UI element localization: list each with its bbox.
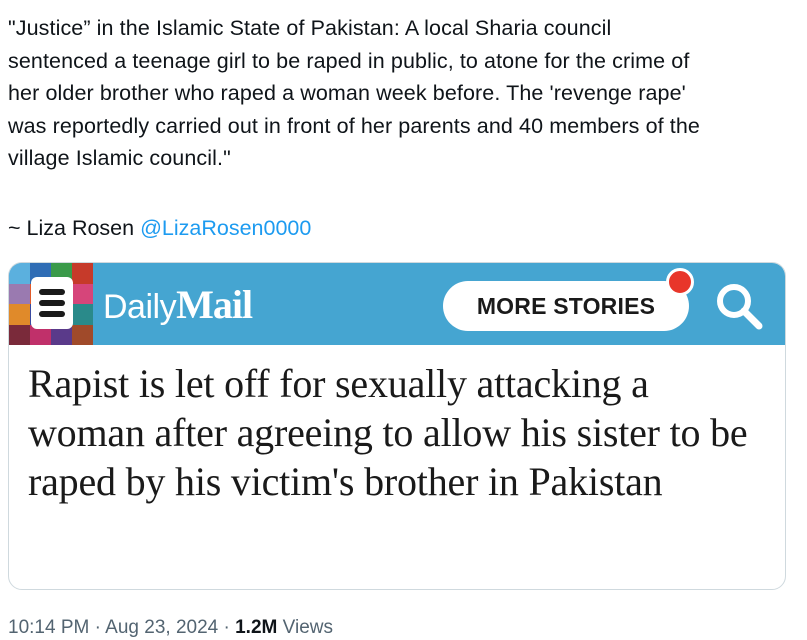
tweet-line: was reportedly carried out in front of h… xyxy=(8,113,700,138)
views-count: 1.2M xyxy=(235,617,278,638)
mosaic-tile xyxy=(9,283,30,304)
mosaic-tile xyxy=(9,324,30,345)
search-icon[interactable] xyxy=(713,280,765,332)
views-label: Views xyxy=(277,617,333,638)
daily-mail-header: DailyMail MORE STORIES xyxy=(9,263,785,345)
tweet-date[interactable]: Aug 23, 2024 xyxy=(105,617,218,638)
mosaic-tile xyxy=(9,263,30,284)
meta-separator: · xyxy=(89,617,106,638)
notification-dot xyxy=(666,268,694,296)
tweet-text: "Justice” in the Islamic State of Pakist… xyxy=(8,12,798,175)
mosaic-tile xyxy=(72,304,93,325)
tweet-line: "Justice” in the Islamic State of Pakist… xyxy=(8,16,612,40)
daily-mail-logo: DailyMail xyxy=(103,282,253,327)
signature-author: ~ Liza Rosen xyxy=(8,216,141,240)
mosaic-tile xyxy=(72,263,93,284)
more-stories-button[interactable]: MORE STORIES xyxy=(443,281,689,331)
tweet-time[interactable]: 10:14 PM xyxy=(8,617,89,638)
mosaic-tile xyxy=(9,304,30,325)
article-headline[interactable]: Rapist is let off for sexually attacking… xyxy=(28,359,773,506)
mosaic-tile xyxy=(72,324,93,345)
meta-separator: · xyxy=(218,617,236,638)
logo-mail: Mail xyxy=(176,282,253,327)
tweet-meta: 10:14 PM · Aug 23, 2024 · 1.2M Views xyxy=(8,616,333,640)
tweet-signature: ~ Liza Rosen @LizaRosen0000 xyxy=(8,213,311,243)
tweet-line: sentenced a teenage girl to be raped in … xyxy=(8,48,690,73)
logo-daily: Daily xyxy=(103,288,177,326)
author-mention-link[interactable]: @LizaRosen0000 xyxy=(140,216,311,240)
link-preview-card[interactable]: DailyMail MORE STORIES Rapist is let off… xyxy=(8,262,786,590)
hamburger-icon[interactable] xyxy=(31,277,73,329)
tweet-line: village Islamic council." xyxy=(8,146,231,170)
tweet-line: her older brother who raped a woman week… xyxy=(8,81,686,105)
mosaic-tile xyxy=(72,283,93,304)
